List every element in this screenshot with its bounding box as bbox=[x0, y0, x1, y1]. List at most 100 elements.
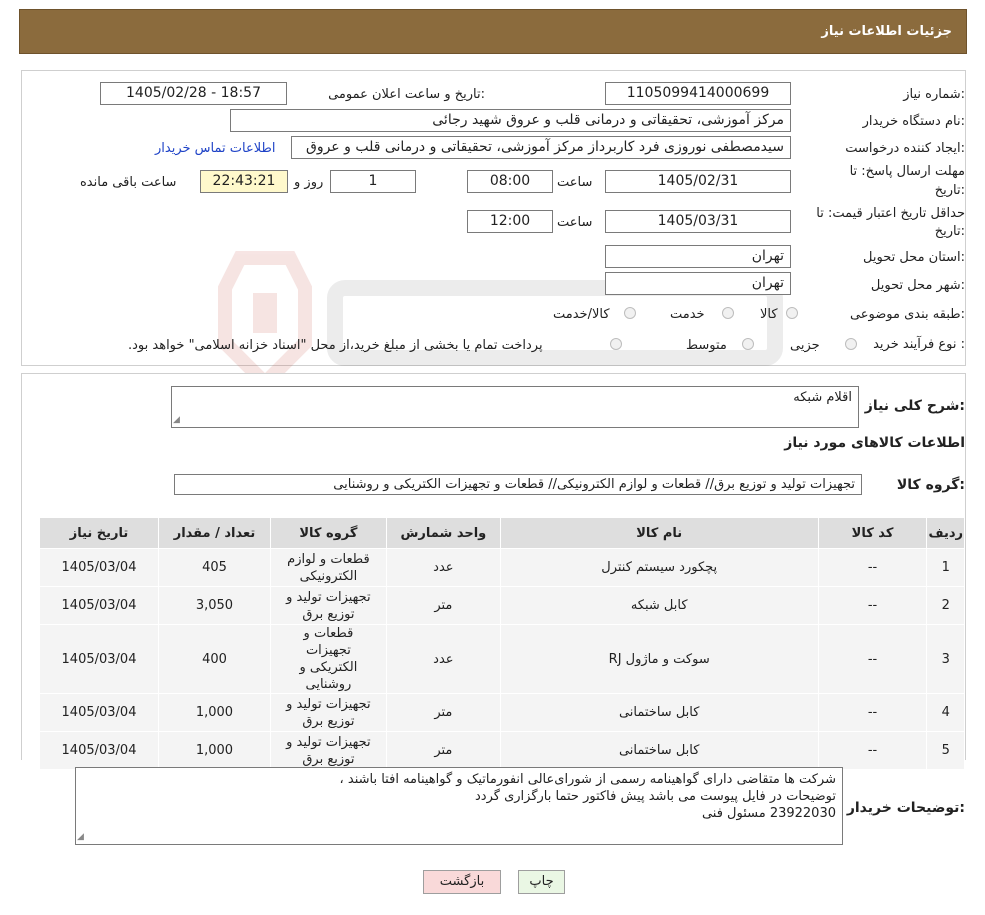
item-name-cell: کابل شبکه bbox=[499, 586, 819, 625]
row-number-cell: 2 bbox=[926, 586, 965, 625]
deadline-hour-label: ساعت bbox=[557, 175, 593, 190]
creator-field: سیدمصطفی نوروزی فرد کاربرداز مرکز آموزشی… bbox=[291, 136, 791, 159]
resize-handle-icon[interactable]: ◢ bbox=[173, 416, 182, 425]
row-number-cell: 1 bbox=[926, 548, 965, 587]
col-unit-header: واحد شمارش bbox=[385, 517, 501, 549]
deadline-label-date: تاریخ: bbox=[934, 183, 965, 198]
validity-label: حداقل تاریخ اعتبار قیمت: تا bbox=[816, 206, 965, 221]
col-qty-header: تعداد / مقدار bbox=[158, 517, 271, 549]
description-text: اقلام شبکه bbox=[793, 390, 852, 405]
province-label: استان محل تحویل: bbox=[863, 250, 965, 265]
category-goods-radio[interactable] bbox=[786, 307, 798, 319]
category-service-label: خدمت bbox=[670, 307, 705, 322]
item-name-cell: سوکت و ماژول RJ bbox=[499, 624, 819, 694]
col-date-header: تاریخ نیاز bbox=[38, 517, 160, 549]
validity-hour-label: ساعت bbox=[557, 215, 593, 230]
validity-time-field: 12:00 bbox=[467, 210, 553, 233]
item-name-cell: پچکورد سیستم کنترل bbox=[499, 548, 819, 587]
days-remaining-field: 1 bbox=[330, 170, 416, 193]
need-date-cell: 1405/03/04 bbox=[38, 586, 160, 625]
unit-cell: متر bbox=[385, 693, 501, 732]
unit-cell: متر bbox=[385, 731, 501, 770]
quantity-cell: 405 bbox=[158, 548, 271, 587]
item-code-cell: -- bbox=[817, 731, 928, 770]
validity-label-date: تاریخ: bbox=[934, 224, 965, 239]
page-header: جزئیات اطلاعات نیاز bbox=[19, 9, 967, 54]
item-code-cell: -- bbox=[817, 693, 928, 732]
item-group-cell: تجهیزات تولید و توزیع برق bbox=[269, 693, 387, 732]
buyer-notes-line-2: توضیحات در فایل پیوست می باشد پیش فاکتور… bbox=[475, 789, 836, 804]
need-number-field: 1105099414000699 bbox=[605, 82, 791, 105]
item-code-cell: -- bbox=[817, 548, 928, 587]
table-row: 2 -- کابل شبکه متر تجهیزات تولید و توزیع برق… bbox=[38, 586, 965, 625]
buyer-contact-link[interactable]: اطلاعات تماس خریدار bbox=[155, 141, 275, 156]
process-minor-radio[interactable] bbox=[845, 338, 857, 350]
quantity-cell: 400 bbox=[158, 624, 271, 694]
goods-table-body: 1 -- پچکورد سیستم کنترل عدد قطعات و لوازم ال… bbox=[38, 548, 965, 770]
process-treasury-radio[interactable] bbox=[610, 338, 622, 350]
table-row: 4 -- کابل ساختمانی متر تجهیزات تولید و توزیع… bbox=[38, 693, 965, 732]
need-date-cell: 1405/03/04 bbox=[38, 731, 160, 770]
need-date-cell: 1405/03/04 bbox=[38, 548, 160, 587]
page-title: جزئیات اطلاعات نیاز bbox=[821, 24, 952, 39]
process-medium-radio[interactable] bbox=[742, 338, 754, 350]
creator-label: ایجاد کننده درخواست: bbox=[845, 141, 965, 156]
category-goods-service-radio[interactable] bbox=[624, 307, 636, 319]
announce-datetime-field: 1405/02/28 - 18:57 bbox=[100, 82, 287, 105]
buyer-label: نام دستگاه خریدار: bbox=[862, 114, 965, 129]
unit-cell: عدد bbox=[385, 624, 501, 694]
process-minor-label: جزیی bbox=[790, 338, 820, 353]
buyer-notes-field[interactable]: شرکت ها متقاضی دارای گواهینامه رسمی از ش… bbox=[75, 767, 843, 845]
table-row: 5 -- کابل ساختمانی متر تجهیزات تولید و توزیع… bbox=[38, 731, 965, 770]
city-label: شهر محل تحویل: bbox=[870, 278, 965, 293]
col-group-header: گروه کالا bbox=[269, 517, 387, 549]
need-date-cell: 1405/03/04 bbox=[38, 693, 160, 732]
goods-section-title: اطلاعات کالاهای مورد نیاز bbox=[784, 435, 965, 451]
col-row-header: ردیف bbox=[926, 517, 965, 549]
remaining-label: ساعت باقی مانده bbox=[80, 175, 177, 190]
category-label: طبقه بندی موضوعی: bbox=[849, 307, 965, 322]
deadline-date-field: 1405/02/31 bbox=[605, 170, 791, 193]
validity-date-field: 1405/03/31 bbox=[605, 210, 791, 233]
resize-handle-icon[interactable]: ◢ bbox=[77, 833, 86, 842]
description-label: شرح کلی نیاز: bbox=[864, 398, 965, 414]
buyer-notes-label: توضیحات خریدار: bbox=[846, 800, 965, 816]
table-row: 1 -- پچکورد سیستم کنترل عدد قطعات و لوازم ال… bbox=[38, 548, 965, 587]
days-label: روز و bbox=[294, 175, 324, 190]
city-field: تهران bbox=[605, 272, 791, 295]
quantity-cell: 3,050 bbox=[158, 586, 271, 625]
goods-group-label: گروه کالا: bbox=[896, 477, 965, 493]
buyer-notes-line-1: شرکت ها متقاضی دارای گواهینامه رسمی از ش… bbox=[339, 772, 836, 787]
item-group-cell: قطعات و لوازم الکترونیکی bbox=[269, 548, 387, 587]
process-note: پرداخت تمام یا بخشی از مبلغ خرید،از محل … bbox=[128, 338, 543, 353]
remaining-time-field: 22:43:21 bbox=[200, 170, 288, 193]
buyer-notes-line-3: 23922030 مسئول فنی bbox=[701, 806, 836, 821]
category-service-radio[interactable] bbox=[722, 307, 734, 319]
col-code-header: کد کالا bbox=[817, 517, 928, 549]
quantity-cell: 1,000 bbox=[158, 731, 271, 770]
row-number-cell: 5 bbox=[926, 731, 965, 770]
quantity-cell: 1,000 bbox=[158, 693, 271, 732]
category-goods-service-label: کالا/خدمت bbox=[553, 307, 610, 322]
category-goods-label: کالا bbox=[760, 307, 778, 322]
description-field[interactable]: اقلام شبکه bbox=[171, 386, 859, 428]
item-code-cell: -- bbox=[817, 624, 928, 694]
row-number-cell: 4 bbox=[926, 693, 965, 732]
goods-group-field: تجهیزات تولید و توزیع برق// قطعات و لواز… bbox=[174, 474, 862, 495]
unit-cell: عدد bbox=[385, 548, 501, 587]
item-name-cell: کابل ساختمانی bbox=[499, 693, 819, 732]
deadline-label: مهلت ارسال پاسخ: تا bbox=[849, 164, 965, 179]
need-number-label: شماره نیاز: bbox=[903, 87, 965, 102]
print-button[interactable]: چاپ bbox=[518, 870, 565, 894]
buyer-field: مرکز آموزشی، تحقیقاتی و درمانی قلب و عرو… bbox=[230, 109, 791, 132]
announce-label: تاریخ و ساعت اعلان عمومی: bbox=[328, 87, 485, 102]
goods-table-header: ردیف کد کالا نام کالا واحد شمارش گروه کا… bbox=[38, 517, 965, 549]
col-name-header: نام کالا bbox=[499, 517, 819, 549]
item-name-cell: کابل ساختمانی bbox=[499, 731, 819, 770]
item-group-cell: قطعات و تجهیزات الکتریکی و روشنایی bbox=[269, 624, 387, 694]
back-button[interactable]: بازگشت bbox=[423, 870, 501, 894]
province-field: تهران bbox=[605, 245, 791, 268]
item-code-cell: -- bbox=[817, 586, 928, 625]
need-date-cell: 1405/03/04 bbox=[38, 624, 160, 694]
unit-cell: متر bbox=[385, 586, 501, 625]
